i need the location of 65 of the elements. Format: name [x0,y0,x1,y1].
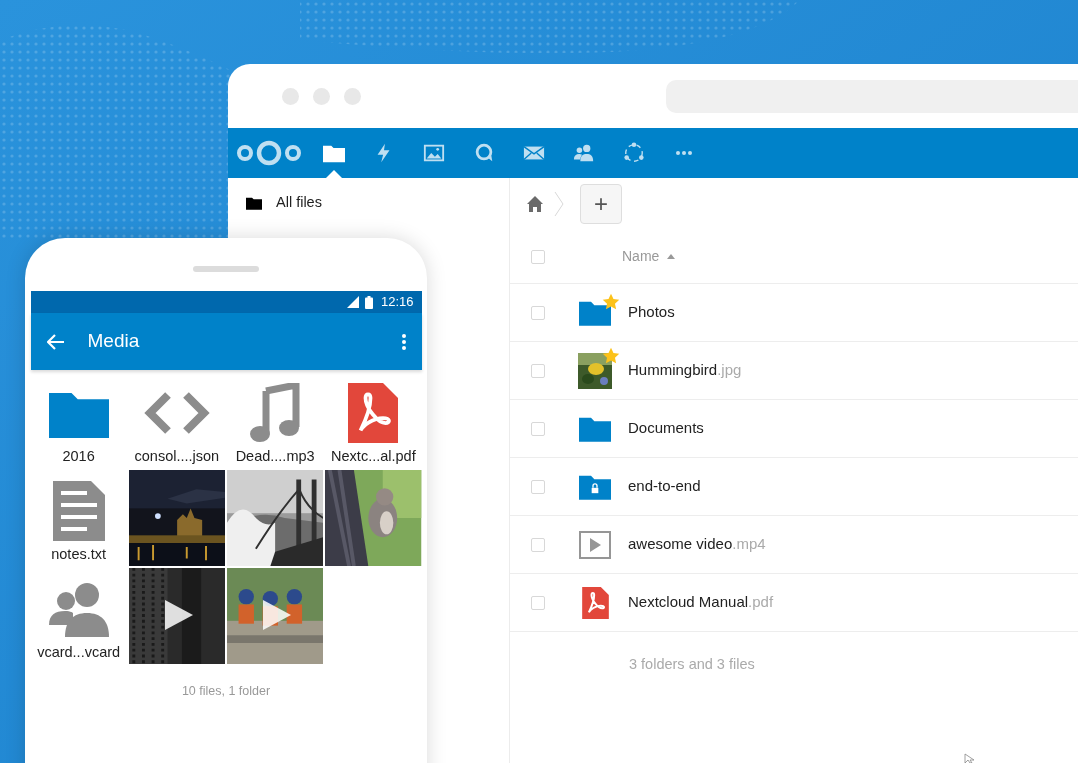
logo-icon [236,139,302,167]
contacts-icon [573,142,595,164]
contacts-icon [48,580,109,637]
file-name: consol....json [134,447,220,465]
battery-icon [364,295,373,309]
locked-folder-icon [579,473,611,500]
chat-icon [473,142,495,164]
row-checkbox[interactable] [531,249,545,264]
play-icon [263,600,291,630]
folder-icon [579,299,611,326]
file-name: Nextcloud Manual.pdf [628,592,774,613]
file-name: end-to-end [628,476,701,497]
file-name: Dead....mp3 [235,447,315,465]
row-checkbox[interactable] [531,305,545,320]
file-tile[interactable]: vcard...vcard [30,568,127,664]
document-icon [52,480,105,541]
row-checkbox[interactable] [531,595,545,610]
sort-icon [667,254,676,259]
file-row[interactable]: Nextcloud Manual.pdf [510,574,1078,632]
phone-speaker [193,266,259,272]
file-name: Documents [628,418,704,439]
folder-icon [579,415,611,442]
star-icon [602,346,620,365]
sidebar-item[interactable]: All files [228,178,509,228]
code-icon [143,390,210,435]
file-row[interactable]: Documents [510,400,1078,458]
file-row[interactable]: end-to-end [510,458,1078,516]
screen-title: Media [87,329,140,354]
row-checkbox[interactable] [531,421,545,436]
file-tile[interactable]: consol....json [128,372,225,468]
file-tile[interactable]: Dead....mp3 [227,372,324,468]
pdf-icon [347,382,400,443]
file-row[interactable]: Photos [510,284,1078,342]
circles-icon [623,142,645,164]
file-name: Hummingbird.jpg [628,360,742,381]
status-time: 12:16 [380,293,414,312]
file-tile[interactable]: Nextc...al.pdf [325,372,422,468]
row-checkbox[interactable] [531,363,545,378]
row-checkbox[interactable] [531,537,545,552]
file-name: Photos [628,302,675,323]
file-row[interactable]: Hummingbird.jpg [510,342,1078,400]
file-row[interactable]: awesome video.mp4 [510,516,1078,574]
file-name: awesome video.mp4 [628,534,766,555]
file-tile[interactable]: notes.txt [30,470,127,566]
back-arrow-icon[interactable] [46,333,65,350]
star-icon [602,293,620,311]
pdf-icon [581,586,609,619]
image-icon [423,142,445,164]
file-name: vcard...vcard [37,643,121,661]
file-name: notes.txt [51,545,107,563]
file-summary: 10 files, 1 folder [181,682,271,700]
more-icon [675,150,693,156]
music-note-icon [250,382,301,443]
breadcrumb-separator-icon [554,191,564,217]
folder-icon [246,196,262,210]
play-icon [164,600,193,630]
file-summary: 3 folders and 3 files [629,655,755,675]
file-name: 2016 [62,447,95,465]
more-vertical-icon[interactable] [401,333,406,350]
video-file-icon [579,530,611,559]
home-icon[interactable] [526,195,544,213]
file-tile[interactable]: 2016 [30,372,127,468]
add-button[interactable]: + [580,184,622,224]
file-name: Nextc...al.pdf [331,447,416,465]
row-checkbox[interactable] [531,479,545,494]
